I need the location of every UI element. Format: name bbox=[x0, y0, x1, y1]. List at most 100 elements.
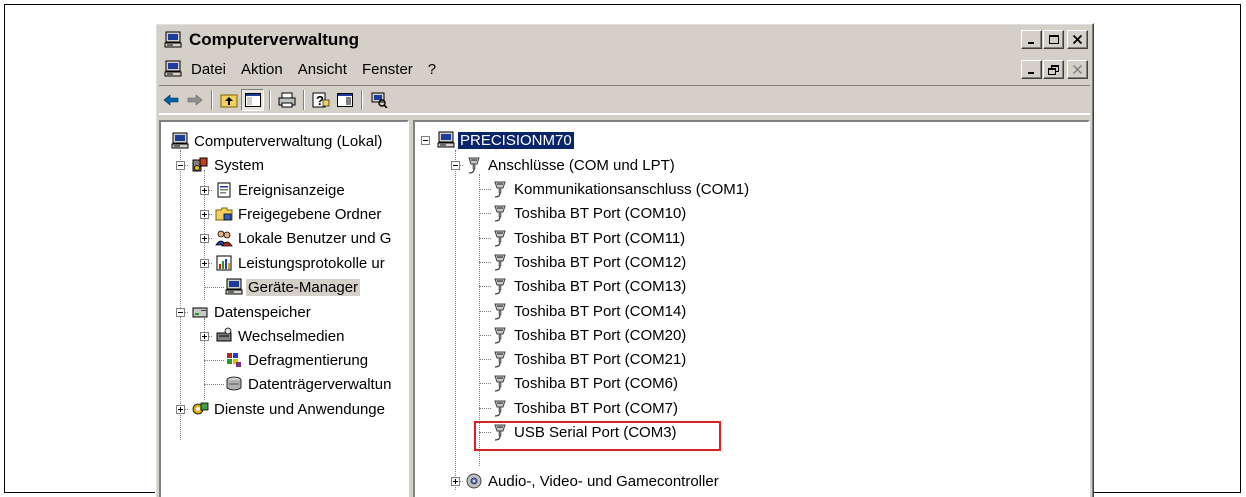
tree-node-ports-category[interactable]: Anschlüsse (COM und LPT) bbox=[465, 154, 677, 176]
mdi-restore-button[interactable] bbox=[1043, 60, 1064, 79]
port-label: Toshiba BT Port (COM13) bbox=[514, 277, 687, 295]
port-label: Toshiba BT Port (COM11) bbox=[514, 229, 686, 247]
properties-icon bbox=[336, 93, 353, 107]
tree-node-port[interactable]: Toshiba BT Port (COM10) bbox=[491, 202, 688, 224]
tree-line bbox=[479, 432, 491, 434]
tree-node-port[interactable]: Toshiba BT Port (COM20) bbox=[491, 324, 688, 346]
expander-freigegebene-ordner[interactable] bbox=[200, 210, 209, 219]
tree-node-port[interactable]: Toshiba BT Port (COM11) bbox=[491, 227, 687, 249]
port-label: Toshiba BT Port (COM6) bbox=[514, 374, 678, 392]
tree-line bbox=[204, 318, 206, 400]
mdi-caption-buttons bbox=[1020, 60, 1088, 79]
serial-port-icon bbox=[491, 229, 509, 247]
back-button[interactable] bbox=[159, 89, 182, 111]
serial-port-icon bbox=[491, 423, 509, 441]
menu-datei[interactable]: Datei bbox=[189, 60, 228, 79]
tree-line bbox=[479, 311, 491, 313]
computer-management-icon bbox=[163, 31, 183, 49]
title-bar[interactable]: Computerverwaltung bbox=[159, 27, 1090, 53]
menu-ansicht[interactable]: Ansicht bbox=[296, 60, 349, 79]
serial-port-icon bbox=[465, 156, 483, 174]
expander-wechselmedien[interactable] bbox=[200, 332, 209, 341]
tree-node-leistungsprotokolle[interactable]: Leistungsprotokolle ur bbox=[215, 252, 387, 274]
tree-node-port[interactable]: Toshiba BT Port (COM14) bbox=[491, 300, 688, 322]
serial-port-icon bbox=[491, 180, 509, 198]
mdi-minimize-button[interactable] bbox=[1021, 60, 1042, 79]
computer-management-icon bbox=[171, 132, 189, 150]
up-folder-icon bbox=[220, 94, 237, 108]
performance-logs-icon bbox=[215, 254, 233, 272]
tree-node-freigegebene-ordner[interactable]: Freigegebene Ordner bbox=[215, 203, 383, 225]
tree-line bbox=[479, 286, 491, 288]
users-icon bbox=[215, 229, 233, 247]
tree-node-dienste[interactable]: Dienste und Anwendunge bbox=[191, 398, 387, 420]
tree-node-wechselmedien[interactable]: Wechselmedien bbox=[215, 325, 346, 347]
tree-line bbox=[479, 238, 491, 240]
show-hide-tree-icon bbox=[244, 93, 261, 107]
tree-node-lokale-benutzer[interactable]: Lokale Benutzer und G bbox=[215, 227, 393, 249]
tree-node-port[interactable]: USB Serial Port (COM3) bbox=[491, 421, 679, 443]
tree-node-defragmentierung[interactable]: Defragmentierung bbox=[225, 349, 370, 371]
window-title: Computerverwaltung bbox=[189, 30, 360, 49]
close-icon bbox=[1073, 35, 1082, 44]
properties-button[interactable] bbox=[333, 89, 356, 111]
tree-node-port[interactable]: Toshiba BT Port (COM7) bbox=[491, 397, 680, 419]
device-tree-pane[interactable]: PRECISIONM70 Anschlüsse (COM und LPT) Ko… bbox=[413, 120, 1090, 497]
tree-node-port[interactable]: Toshiba BT Port (COM21) bbox=[491, 348, 688, 370]
maximize-button[interactable] bbox=[1043, 30, 1064, 49]
menu-help[interactable]: ? bbox=[426, 60, 438, 79]
tree-node-system[interactable]: System bbox=[191, 154, 266, 176]
tree-node-port[interactable]: Kommunikationsanschluss (COM1) bbox=[491, 178, 751, 200]
help-button[interactable]: ? bbox=[309, 89, 332, 111]
tree-node-port[interactable]: Toshiba BT Port (COM13) bbox=[491, 275, 688, 297]
toolbar-separator bbox=[211, 90, 213, 110]
device-tree: PRECISIONM70 Anschlüsse (COM und LPT) Ko… bbox=[415, 122, 1088, 497]
event-viewer-icon bbox=[215, 181, 233, 199]
tree-node-datentraegerverwaltung[interactable]: Datenträgerverwaltun bbox=[225, 373, 393, 395]
expander-leistungsprotokolle[interactable] bbox=[200, 259, 209, 268]
expander-datenspeicher[interactable] bbox=[176, 308, 185, 317]
console-tree-pane[interactable]: Computerverwaltung (Lokal) System Ereign… bbox=[159, 120, 409, 497]
system-tools-icon bbox=[191, 156, 209, 174]
forward-button[interactable] bbox=[183, 89, 206, 111]
tree-node-ereignisanzeige[interactable]: Ereignisanzeige bbox=[215, 179, 347, 201]
tree-node-geraete-manager[interactable]: Geräte-Manager bbox=[225, 276, 361, 298]
menu-fenster[interactable]: Fenster bbox=[360, 60, 415, 79]
expander-system[interactable] bbox=[176, 161, 185, 170]
tree-node-port[interactable]: Toshiba BT Port (COM6) bbox=[491, 372, 680, 394]
tree-node-port[interactable]: Toshiba BT Port (COM12) bbox=[491, 251, 688, 273]
serial-port-icon bbox=[491, 326, 509, 344]
minimize-button[interactable] bbox=[1021, 30, 1042, 49]
tree-line bbox=[479, 383, 491, 385]
close-button[interactable] bbox=[1067, 30, 1088, 49]
scan-hardware-button[interactable] bbox=[367, 89, 390, 111]
tree-line bbox=[204, 360, 224, 362]
scan-hardware-icon bbox=[371, 92, 388, 108]
toolbar-separator bbox=[269, 90, 271, 110]
show-hide-tree-button[interactable] bbox=[241, 89, 264, 111]
mdi-close-button[interactable] bbox=[1067, 60, 1088, 79]
print-button[interactable] bbox=[275, 89, 298, 111]
tree-line bbox=[479, 262, 491, 264]
expander-lokale-benutzer[interactable] bbox=[200, 234, 209, 243]
forward-icon bbox=[187, 94, 202, 106]
tree-node-computer[interactable]: PRECISIONM70 bbox=[437, 129, 574, 151]
port-label: USB Serial Port (COM3) bbox=[514, 423, 677, 441]
port-label: Toshiba BT Port (COM10) bbox=[514, 204, 687, 222]
expander-computer[interactable] bbox=[421, 136, 430, 145]
up-level-button[interactable] bbox=[217, 89, 240, 111]
expander-dienste[interactable] bbox=[176, 405, 185, 414]
tree-node-audio-category[interactable]: Audio-, Video- und Gamecontroller bbox=[465, 470, 721, 492]
menu-aktion[interactable]: Aktion bbox=[239, 60, 285, 79]
document-menu-icon[interactable] bbox=[163, 60, 183, 78]
computer-icon bbox=[437, 131, 455, 149]
expander-audio[interactable] bbox=[451, 477, 460, 486]
shared-folder-icon bbox=[215, 205, 233, 223]
tree-node-root[interactable]: Computerverwaltung (Lokal) bbox=[171, 130, 384, 152]
tree-node-datenspeicher[interactable]: Datenspeicher bbox=[191, 301, 313, 323]
tree-line bbox=[204, 287, 224, 289]
storage-icon bbox=[191, 303, 209, 321]
caption-buttons bbox=[1020, 30, 1088, 49]
expander-ports[interactable] bbox=[451, 161, 460, 170]
expander-ereignisanzeige[interactable] bbox=[200, 186, 209, 195]
